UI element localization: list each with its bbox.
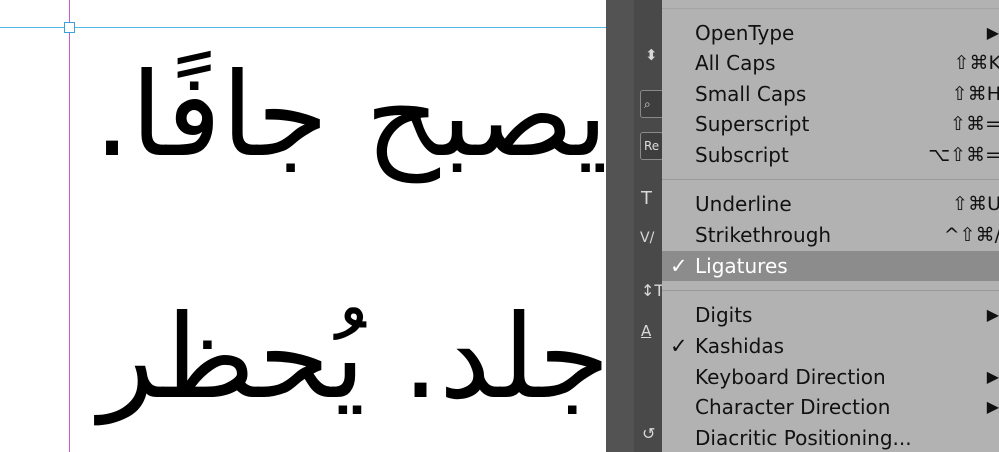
menu-item-superscript[interactable]: Superscript ⇧⌘=	[662, 109, 999, 139]
menu-item-diacritic-positioning[interactable]: Diacritic Positioning...	[662, 423, 999, 452]
baseline-shift-icon: A	[641, 322, 652, 340]
menu-item-label: Superscript	[695, 112, 810, 136]
menu-separator	[662, 179, 999, 180]
leading-icon: ↕T	[641, 281, 665, 300]
menu-item-shortcut: ⇧⌘U	[952, 193, 999, 215]
menu-item-label: All Caps	[695, 51, 776, 75]
margin-guide	[69, 0, 70, 452]
menu-item-keyboard-direction[interactable]: Keyboard Direction ▶	[662, 362, 999, 392]
menu-item-shortcut: ⇧⌘K	[953, 52, 999, 74]
search-field[interactable]: ⌕	[640, 90, 664, 118]
menu-item-shortcut: ⌥⇧⌘=	[928, 144, 999, 166]
checkmark-icon: ✓	[670, 254, 688, 278]
submenu-arrow-icon: ▶	[986, 367, 999, 386]
document-canvas[interactable]: يصبح جافًا. جلد. يُحظر	[0, 0, 606, 452]
menu-top-edge	[662, 0, 999, 9]
menu-item-label: Kashidas	[695, 334, 785, 358]
submenu-arrow-icon: ▶	[986, 23, 999, 42]
font-style-text: Re	[644, 139, 660, 153]
menu-item-shortcut: ⇧⌘H	[951, 83, 999, 105]
arabic-text-line-2[interactable]: جلد. يُحظر	[99, 300, 606, 416]
search-icon: ⌕	[644, 97, 651, 111]
menu-item-strikethrough[interactable]: Strikethrough ^⇧⌘/	[662, 220, 999, 250]
horizontal-guide	[0, 27, 606, 28]
submenu-arrow-icon: ▶	[986, 305, 999, 324]
arabic-text-line-1[interactable]: يصبح جافًا.	[94, 58, 606, 174]
menu-item-label: Strikethrough	[695, 223, 832, 247]
menu-item-label: Subscript	[695, 143, 789, 167]
menu-item-label: Character Direction	[695, 395, 891, 419]
skew-icon: ↺	[642, 424, 656, 443]
submenu-arrow-icon: ▶	[986, 397, 999, 416]
menu-item-label: OpenType	[695, 21, 795, 45]
stepper-icon[interactable]: ⬍	[645, 46, 658, 64]
menu-item-digits[interactable]: Digits ▶	[662, 300, 999, 330]
menu-item-ligatures[interactable]: ✓ Ligatures	[662, 251, 999, 281]
menu-item-label: Ligatures	[695, 254, 788, 278]
menu-item-all-caps[interactable]: All Caps ⇧⌘K	[662, 48, 999, 78]
menu-item-character-direction[interactable]: Character Direction ▶	[662, 392, 999, 422]
menu-item-shortcut: ^⇧⌘/	[943, 224, 999, 246]
menu-separator	[662, 290, 999, 291]
character-panel-menu: OpenType ▶ All Caps ⇧⌘K Small Caps ⇧⌘H S…	[662, 0, 999, 452]
panel-edge	[606, 0, 634, 452]
menu-item-subscript[interactable]: Subscript ⌥⇧⌘=	[662, 140, 999, 170]
menu-item-label: Small Caps	[695, 82, 807, 106]
menu-item-underline[interactable]: Underline ⇧⌘U	[662, 189, 999, 219]
menu-item-label: Diacritic Positioning...	[695, 426, 912, 450]
menu-item-small-caps[interactable]: Small Caps ⇧⌘H	[662, 79, 999, 109]
font-style-field[interactable]: Re	[640, 132, 664, 160]
kerning-icon: V/	[640, 230, 655, 246]
menu-item-label: Keyboard Direction	[695, 365, 886, 389]
menu-item-label: Underline	[695, 192, 792, 216]
menu-item-label: Digits	[695, 303, 753, 327]
menu-item-shortcut: ⇧⌘=	[950, 113, 999, 135]
character-panel	[634, 0, 662, 452]
text-frame-handle[interactable]	[64, 22, 75, 33]
font-size-icon: T	[641, 188, 652, 209]
menu-item-opentype[interactable]: OpenType ▶	[662, 18, 999, 48]
checkmark-icon: ✓	[670, 334, 688, 358]
menu-item-kashidas[interactable]: ✓ Kashidas	[662, 331, 999, 361]
